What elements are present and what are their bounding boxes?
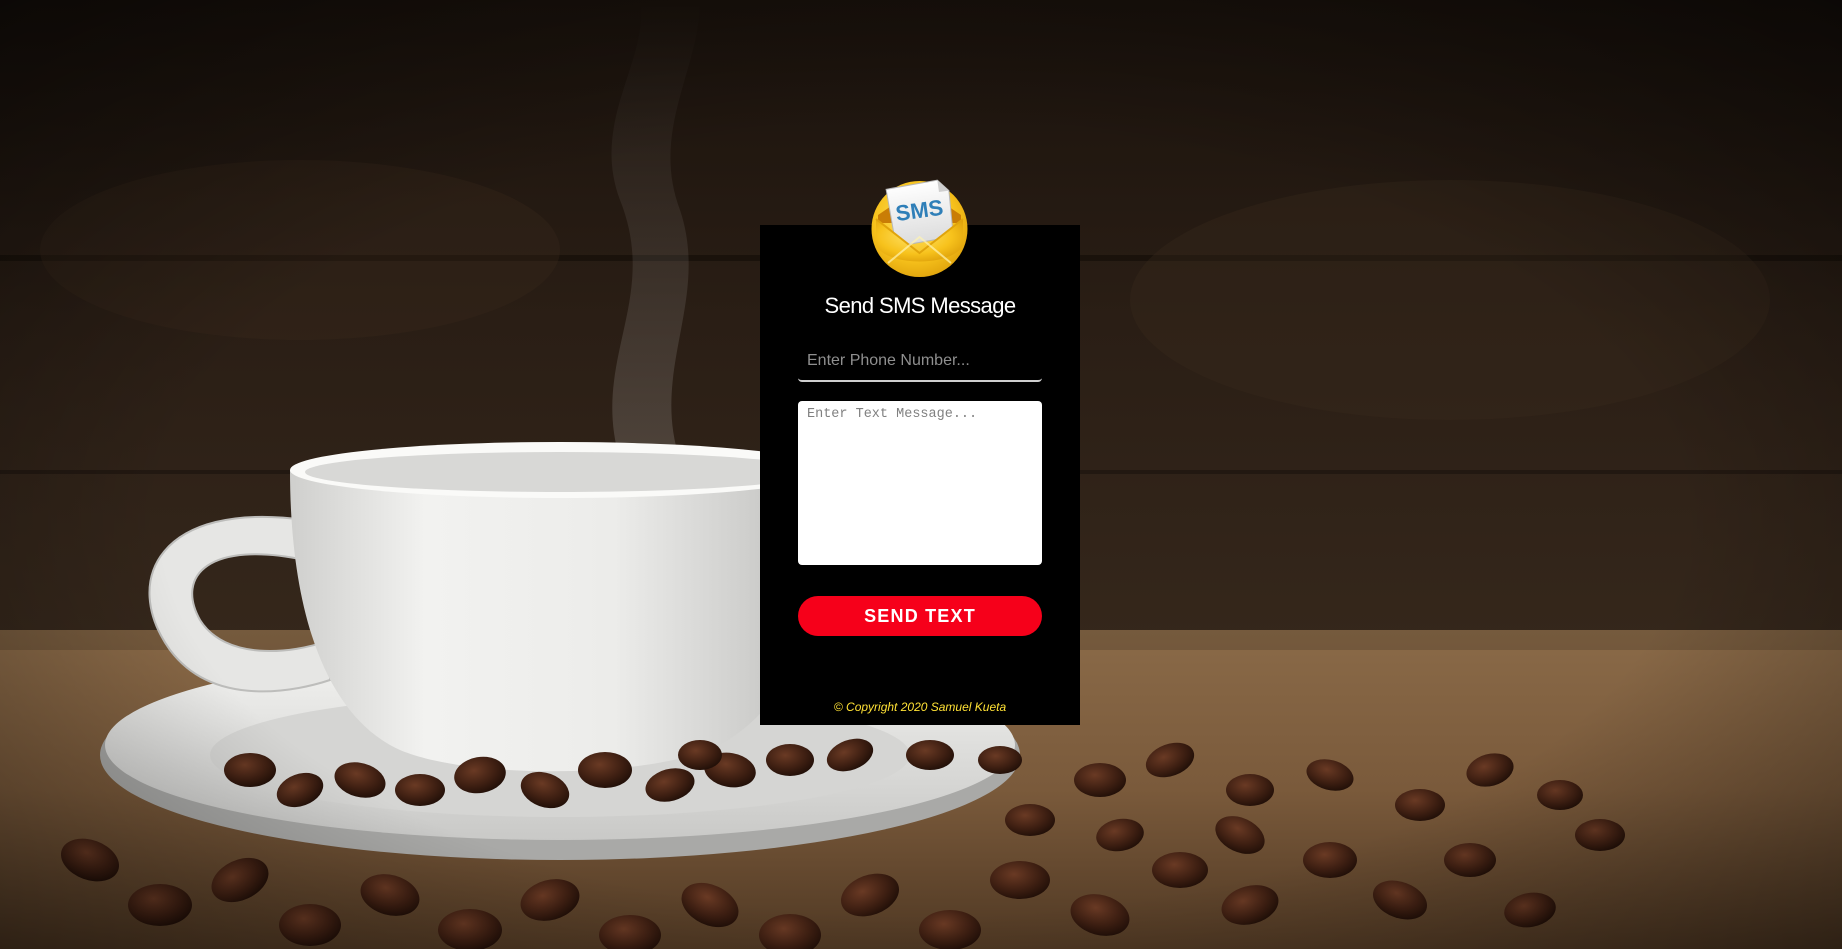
form-title: Send SMS Message <box>824 293 1017 318</box>
text-message-input[interactable] <box>798 401 1042 565</box>
phone-number-input[interactable] <box>798 342 1042 382</box>
send-text-button[interactable]: SEND TEXT <box>798 596 1042 636</box>
copyright-notice: © Copyright 2020 Samuel Kueta <box>833 700 1007 714</box>
sms-envelope-logo-icon: SMS <box>868 175 971 278</box>
